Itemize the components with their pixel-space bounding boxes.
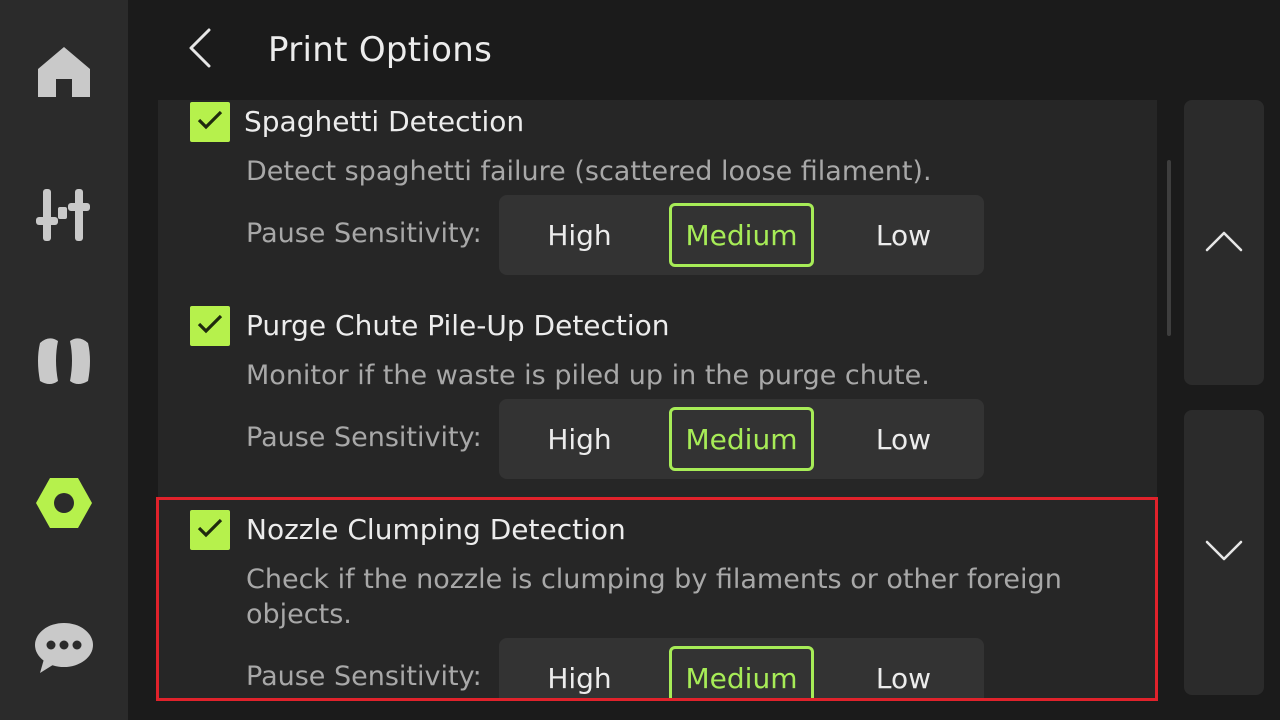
sensitivity-high-button[interactable]: High [507,203,652,267]
sliders-icon [34,185,94,245]
nav-item-settings[interactable] [0,453,128,553]
option-title: Purge Chute Pile-Up Detection [246,309,670,342]
nav-item-home[interactable] [0,22,128,122]
purge-chute-detection-checkbox[interactable] [190,306,230,346]
home-icon [36,45,92,99]
option-title: Spaghetti Detection [244,105,525,138]
scroll-down-button[interactable] [1184,410,1264,695]
sensitivity-high-button[interactable]: High [507,407,652,471]
sensitivity-medium-button[interactable]: Medium [669,203,814,267]
pause-sensitivity-label: Pause Sensitivity: [246,661,482,692]
sensitivity-medium-button[interactable]: Medium [669,646,814,700]
pause-sensitivity-label: Pause Sensitivity: [246,422,482,453]
list-scrollbar[interactable] [1167,160,1171,336]
chat-bubble-icon [34,621,94,675]
back-button[interactable] [172,22,228,78]
checkmark-icon [197,518,223,542]
nav-item-messages[interactable] [0,598,128,698]
checkmark-icon [197,314,223,338]
checkmark-icon [197,110,223,134]
spaghetti-detection-checkbox[interactable] [190,102,230,142]
chevron-left-icon [187,28,213,72]
page-title: Print Options [268,30,493,70]
sensitivity-selector: High Medium Low [499,399,984,479]
pause-sensitivity-label: Pause Sensitivity: [246,218,482,249]
nav-item-controls[interactable] [0,165,128,265]
sensitivity-medium-button[interactable]: Medium [669,407,814,471]
hex-nut-settings-icon [35,476,93,530]
option-description: Monitor if the waste is piled up in the … [246,360,930,391]
chevron-up-icon [1205,230,1243,256]
sensitivity-selector: High Medium Low [499,195,984,275]
sensitivity-low-button[interactable]: Low [831,646,976,700]
options-list: Spaghetti Detection Detect spaghetti fai… [158,100,1157,700]
sensitivity-selector: High Medium Low [499,638,984,700]
nozzle-clumping-detection-checkbox[interactable] [190,510,230,550]
nav-item-filament[interactable] [0,310,128,410]
nav-rail [0,0,128,720]
option-description: Check if the nozzle is clumping by filam… [246,564,1062,630]
sensitivity-low-button[interactable]: Low [831,203,976,267]
filament-spool-icon [36,331,92,389]
sensitivity-high-button[interactable]: High [507,646,652,700]
scroll-up-button[interactable] [1184,100,1264,385]
sensitivity-low-button[interactable]: Low [831,407,976,471]
chevron-down-icon [1205,540,1243,566]
option-title: Nozzle Clumping Detection [246,513,626,546]
option-description: Detect spaghetti failure (scattered loos… [246,156,932,187]
